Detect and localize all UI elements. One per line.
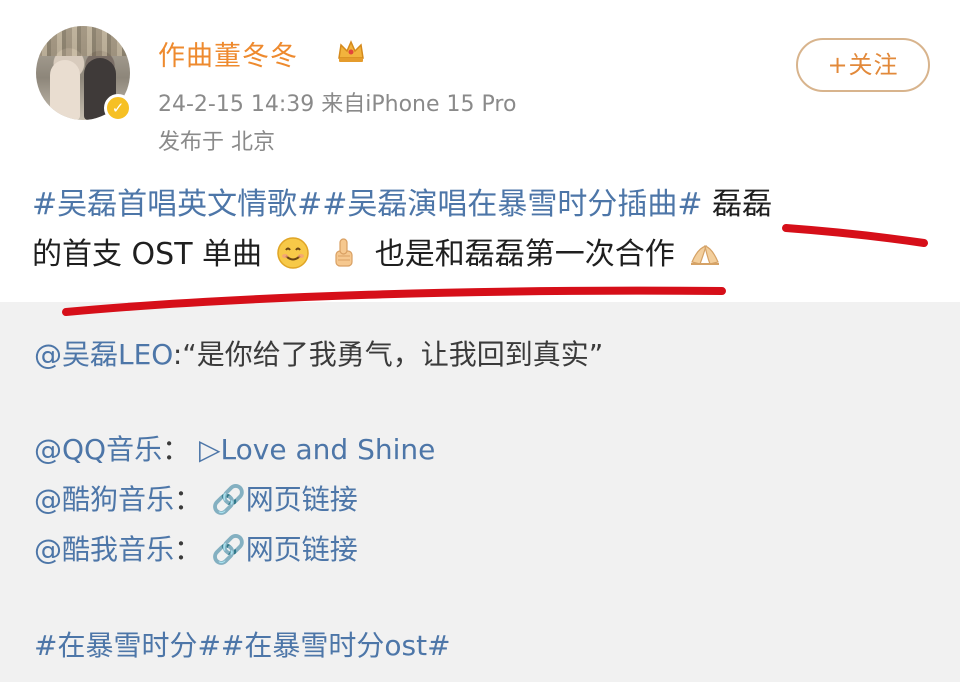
username[interactable]: 作曲董冬冬 bbox=[158, 34, 298, 73]
web-link[interactable]: 🔗网页链接 bbox=[211, 483, 358, 516]
smile-emoji-icon bbox=[276, 237, 309, 269]
quoted-line-lyric: @吴磊LEO:“是你给了我勇气，让我回到真实” bbox=[34, 333, 603, 373]
hashtag-link[interactable]: #在暴雪时分##在暴雪时分ost# bbox=[34, 629, 451, 662]
quoted-line-kuwo: @酷我音乐： 🔗网页链接 bbox=[34, 528, 358, 568]
post-line-1: #吴磊首唱英文情歌##吴磊演唱在暴雪时分插曲# 磊磊 bbox=[32, 180, 932, 230]
post-timestamp: 24-2-15 14:39 bbox=[158, 92, 315, 117]
quoted-line-kugou: @酷狗音乐： 🔗网页链接 bbox=[34, 478, 358, 518]
post-location: 发布于 北京 bbox=[158, 130, 275, 155]
hashtag-link[interactable]: #吴磊演唱在暴雪时分插曲# bbox=[322, 187, 702, 222]
mention-link[interactable]: @酷狗音乐 bbox=[34, 483, 174, 516]
follow-button[interactable]: +关注 bbox=[796, 38, 930, 92]
post-text: 磊磊 bbox=[702, 187, 773, 222]
crown-icon bbox=[338, 40, 364, 62]
post-meta: 24-2-15 14:39 来自iPhone 15 Pro bbox=[158, 86, 516, 118]
separator: ： bbox=[162, 433, 191, 466]
separator: ： bbox=[174, 483, 203, 516]
post-line-2: 的首支 OST 单曲 也是和磊磊第一次合作 bbox=[32, 230, 932, 280]
song-link[interactable]: ▷Love and Shine bbox=[199, 433, 435, 466]
web-link[interactable]: 🔗网页链接 bbox=[211, 533, 358, 566]
post-text: 的首支 OST 单曲 bbox=[32, 237, 263, 272]
hashtag-link[interactable]: #吴磊首唱英文情歌# bbox=[32, 187, 322, 222]
post-body: #吴磊首唱英文情歌##吴磊演唱在暴雪时分插曲# 磊磊 的首支 OST 单曲 也是… bbox=[32, 180, 932, 280]
quoted-text: :“是你给了我勇气，让我回到真实” bbox=[172, 338, 604, 371]
avatar-person-left bbox=[50, 60, 80, 120]
pray-emoji-icon bbox=[691, 245, 720, 265]
post-source: 来自iPhone 15 Pro bbox=[321, 92, 517, 117]
avatar-bookshelf bbox=[36, 26, 130, 56]
separator: ： bbox=[174, 533, 203, 566]
quoted-hashtags: #在暴雪时分##在暴雪时分ost# bbox=[34, 624, 451, 664]
post-header: ✓ 作曲董冬冬 24-2-15 14:39 来自iPhone 15 Pro 发布… bbox=[0, 0, 960, 170]
verified-badge-icon: ✓ bbox=[104, 94, 132, 122]
mention-link[interactable]: @QQ音乐 bbox=[34, 433, 162, 466]
quoted-line-qq: @QQ音乐： ▷Love and Shine bbox=[34, 428, 435, 468]
mention-link[interactable]: @酷我音乐 bbox=[34, 533, 174, 566]
thumbs-up-emoji-icon bbox=[335, 238, 353, 267]
post-text: 也是和磊磊第一次合作 bbox=[374, 237, 675, 272]
mention-link[interactable]: @吴磊LEO bbox=[34, 338, 173, 371]
